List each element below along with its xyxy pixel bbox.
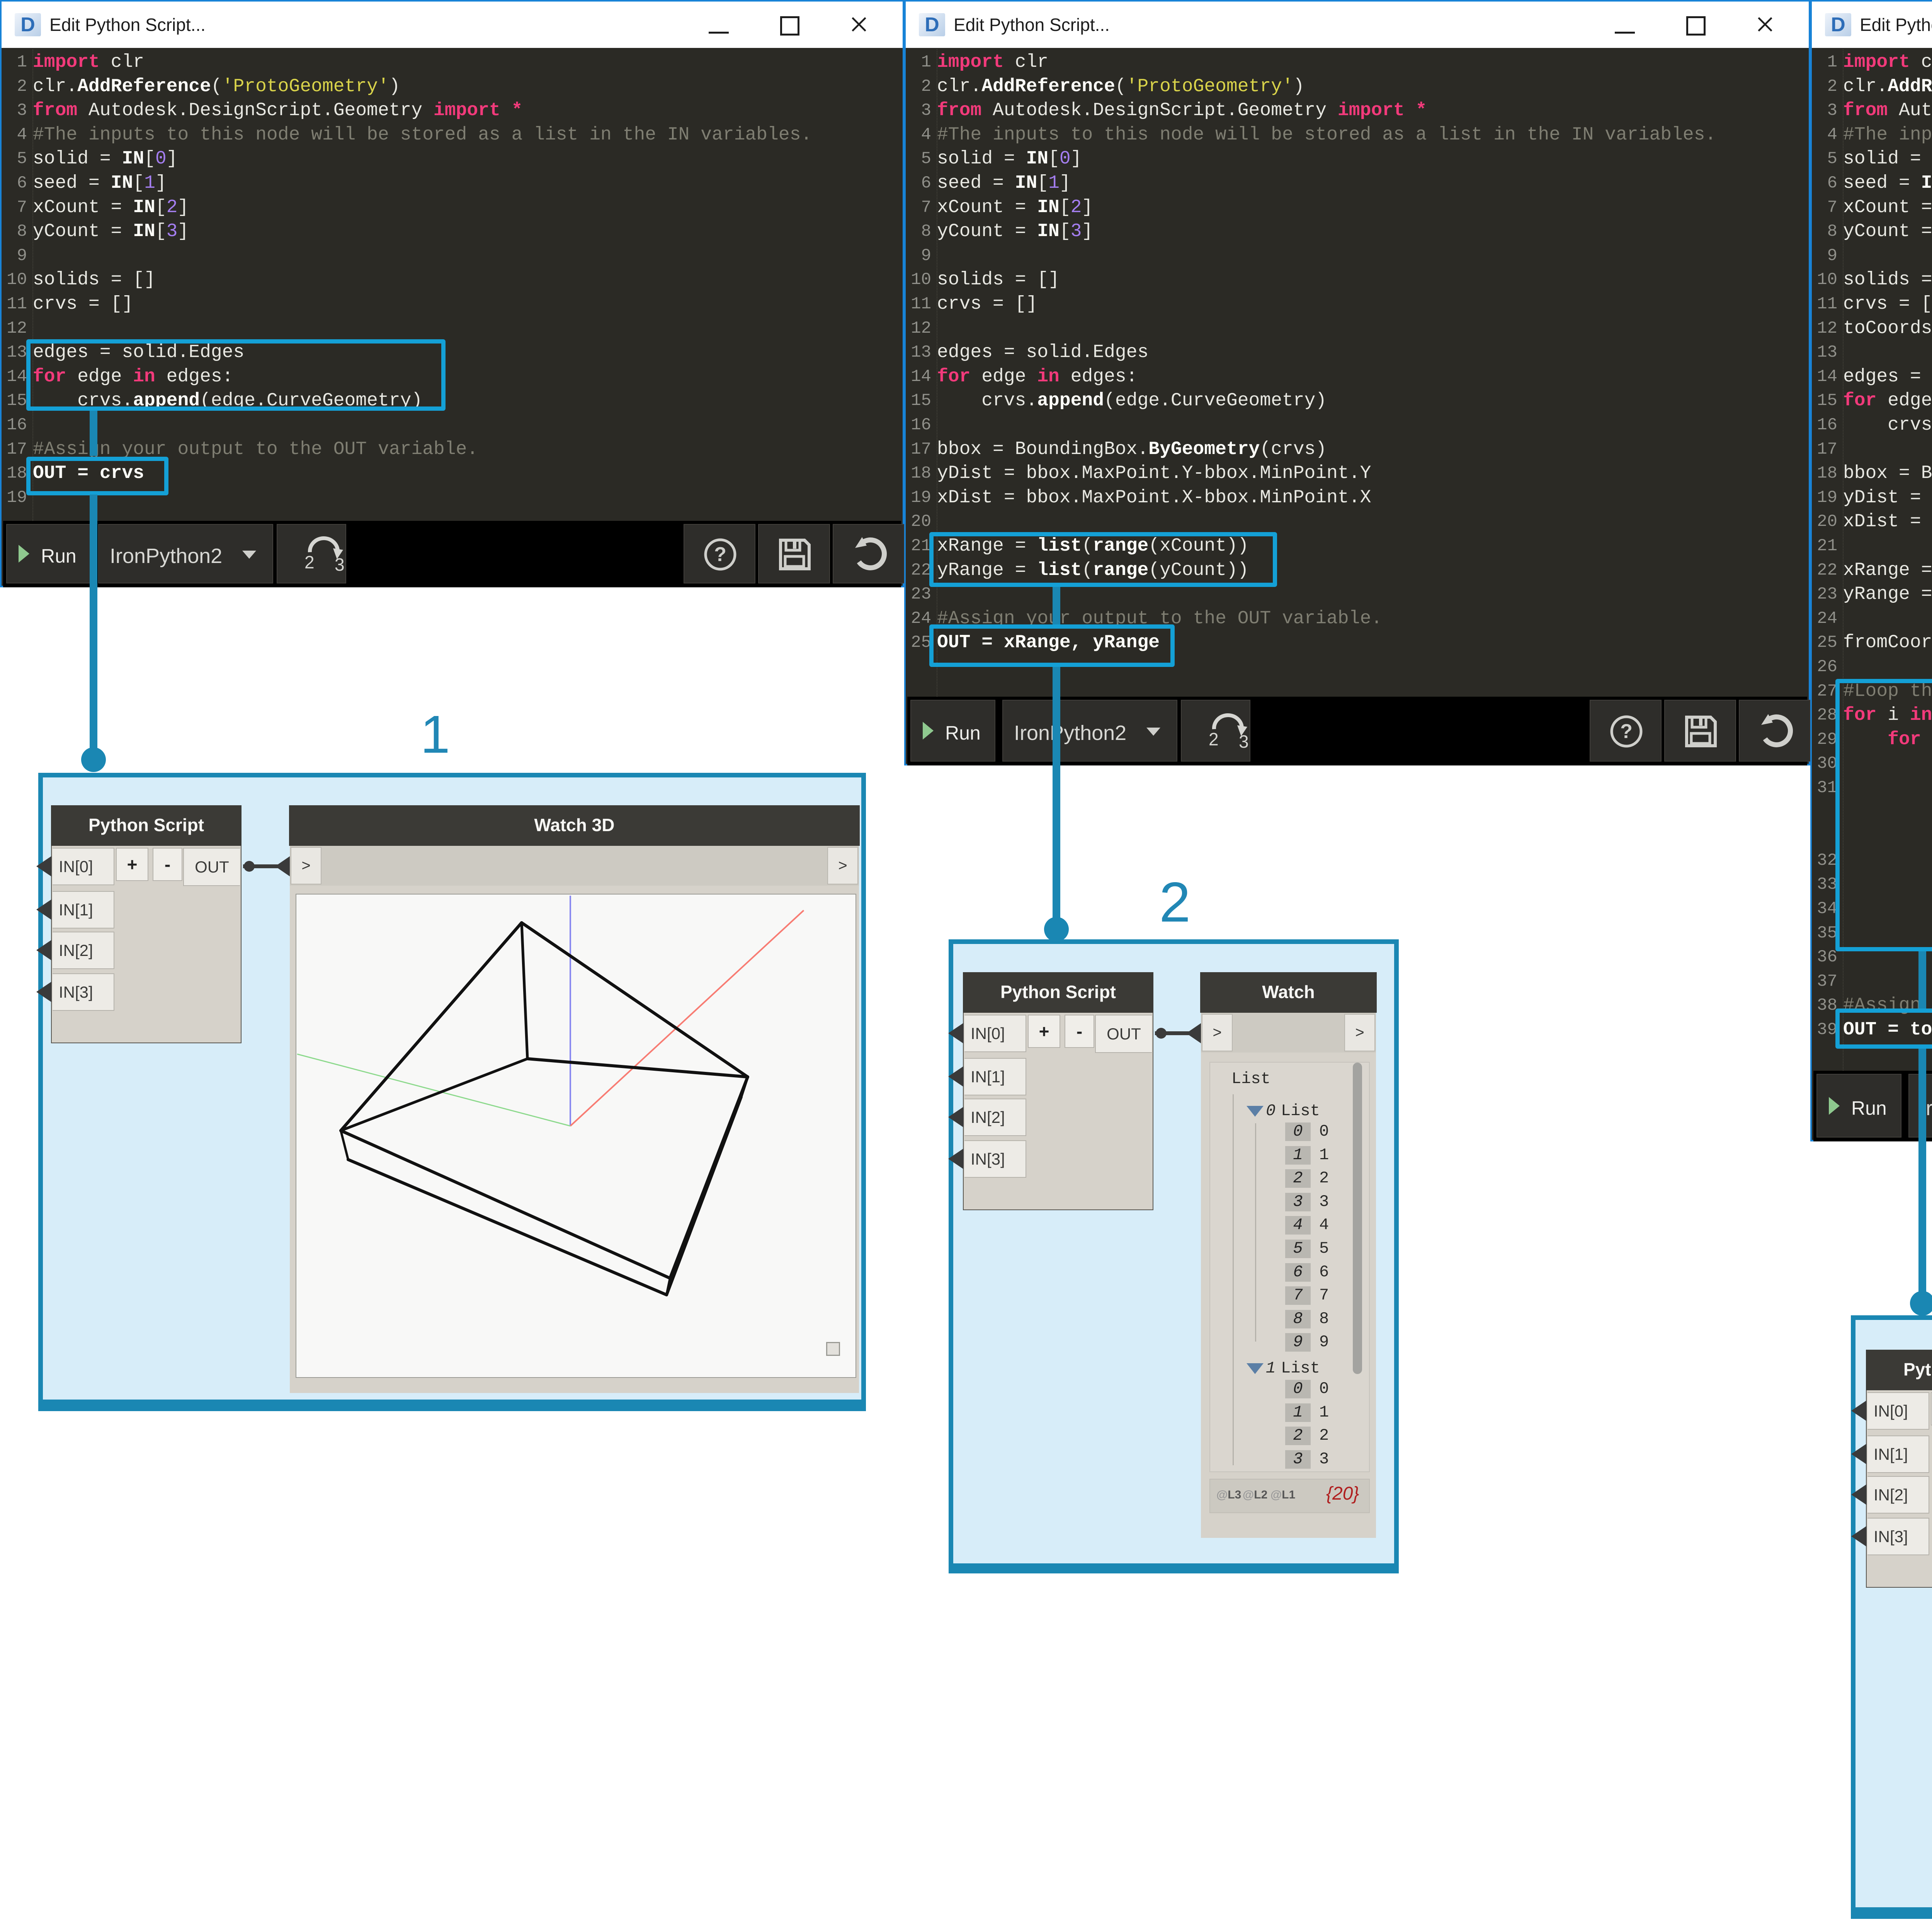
svg-text:3: 3 xyxy=(335,554,345,574)
svg-text:2: 2 xyxy=(1209,729,1219,749)
svg-text:?: ? xyxy=(1620,720,1633,743)
svg-text:3: 3 xyxy=(1239,731,1249,751)
svg-text:2: 2 xyxy=(304,552,315,572)
svg-text:?: ? xyxy=(714,543,726,566)
